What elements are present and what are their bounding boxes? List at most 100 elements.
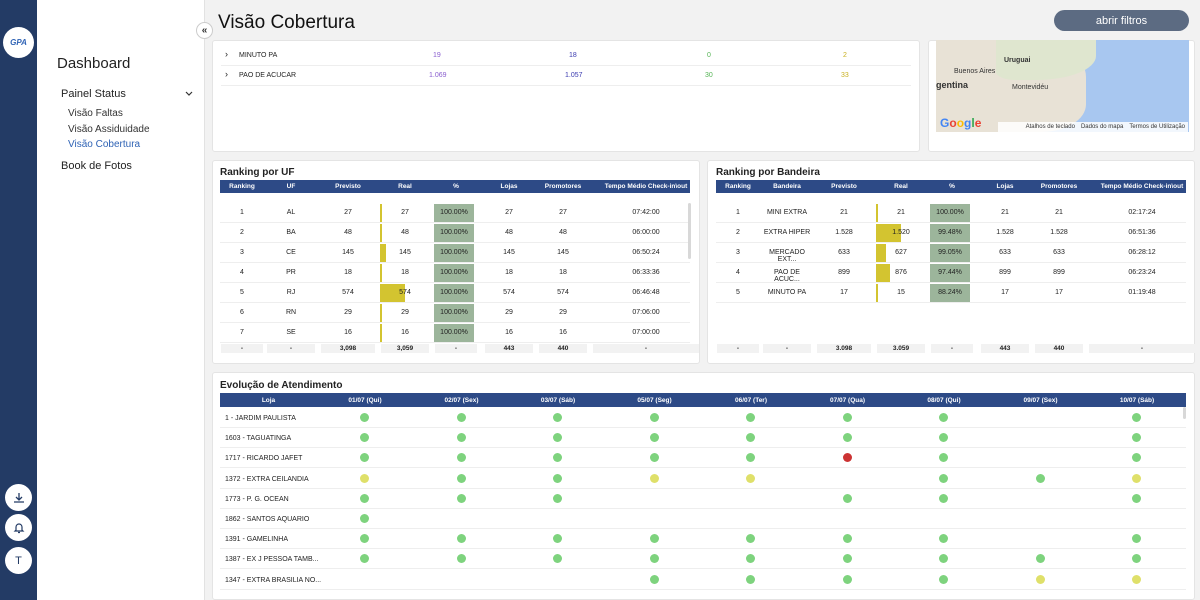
column-header[interactable]: Real [380, 183, 430, 190]
user-avatar[interactable]: T [5, 547, 32, 574]
column-header[interactable]: Tempo Médio Check-in\out [592, 183, 700, 190]
cell: 18 [569, 52, 577, 59]
cell: 1 [736, 209, 740, 216]
cell: BA [286, 229, 296, 236]
column-header[interactable]: Lojas [980, 183, 1030, 190]
store-name: 1347 - EXTRA BRASILIA NO... [225, 576, 322, 584]
column-header[interactable]: Lojas [484, 183, 534, 190]
status-dot [456, 413, 466, 422]
table-row[interactable]: 7 SE 16 16 100.00% 16 16 07:00:00 [220, 323, 690, 343]
map-terms-link[interactable]: Termos de Utilização [1129, 124, 1185, 130]
cell: 0 [707, 52, 711, 59]
sidebar-item-painel-status[interactable]: Painel Status [61, 88, 193, 100]
column-header[interactable]: Ranking [716, 183, 760, 190]
cell: 06:23:24 [1128, 269, 1156, 276]
column-header[interactable]: 01/07 (Qui) [317, 397, 413, 404]
table-row[interactable]: 1862 - SANTOS AQUARIO [220, 509, 1186, 529]
column-header[interactable]: 06/07 (Ter) [703, 397, 799, 404]
evolucao-scrollbar[interactable] [1183, 407, 1186, 419]
column-header[interactable]: 02/07 (Sex) [414, 397, 510, 404]
column-header[interactable]: % [434, 183, 478, 190]
cell: 1.528 [1050, 229, 1068, 236]
table-row[interactable]: 4 PR 18 18 100.00% 18 18 06:33:36 [220, 263, 690, 283]
cell: 06:50:24 [632, 249, 660, 256]
column-header[interactable]: 05/07 (Seg) [607, 397, 703, 404]
status-dot [746, 534, 755, 544]
column-header[interactable]: Previsto [816, 183, 872, 190]
table-row[interactable]: 4 PAO DE ACUC... 899 876 97.44% 899 899 06:23:2… [716, 263, 1186, 283]
column-header[interactable]: Promotores [1034, 183, 1084, 190]
cell: 1.528 [835, 229, 853, 236]
status-dot [360, 433, 369, 443]
map-label: gentina [936, 80, 969, 90]
bell-icon[interactable] [5, 514, 32, 541]
map-shortcuts-link[interactable]: Atalhos de teclado [1026, 124, 1075, 130]
chevron-right-icon[interactable]: › [225, 49, 228, 59]
status-dot [842, 574, 852, 584]
sidebar-title[interactable]: Dashboard [57, 55, 130, 72]
table-row[interactable]: 1347 - EXTRA BRASILIA NO... [220, 570, 1186, 590]
cell: 574 [399, 289, 411, 296]
sidebar-item-label: Painel Status [61, 88, 126, 100]
open-filters-button[interactable]: abrir filtros [1054, 10, 1189, 31]
cell: 2 [736, 229, 740, 236]
table-row[interactable]: › MINUTO PA 19 18 0 2 [221, 46, 911, 66]
status-dot [1132, 433, 1141, 443]
table-row[interactable]: 5 RJ 574 574 100.00% 574 574 06:46:48 [220, 283, 690, 303]
column-header[interactable]: Loja [220, 397, 317, 404]
sidebar-item-visao-faltas[interactable]: Visão Faltas [68, 108, 123, 119]
sidebar-item-visao-cobertura[interactable]: Visão Cobertura [68, 139, 140, 150]
map-label: Montevidéu [1012, 84, 1049, 91]
column-header[interactable]: 07/07 (Qua) [800, 397, 896, 404]
column-header[interactable]: Tempo Médio Check-in\out [1088, 183, 1196, 190]
table-row[interactable]: 1603 - TAGUATINGA [220, 428, 1186, 449]
sidebar-item-book-de-fotos[interactable]: Book de Fotos [61, 160, 132, 172]
table-row[interactable]: › PAO DE ACUCAR 1.069 1.057 30 33 [221, 66, 911, 86]
column-header[interactable]: Ranking [220, 183, 264, 190]
table-row[interactable]: 3 MERCADO EXT... 633 627 99.05% 633 633 06:28:1… [716, 243, 1186, 263]
table-row[interactable]: 1 AL 27 27 100.00% 27 27 07:42:00 [220, 203, 690, 223]
column-header[interactable]: 08/07 (Qui) [896, 397, 992, 404]
column-header[interactable]: % [930, 183, 974, 190]
table-row[interactable]: 1773 - P. G. OCEAN [220, 489, 1186, 509]
table-row[interactable]: 1 MINI EXTRA 21 21 100.00% 21 21 02:17:24 [716, 203, 1186, 223]
status-dot [360, 453, 369, 463]
ranking-uf-title: Ranking por UF [220, 167, 295, 178]
status-dot [553, 554, 562, 564]
table-row[interactable]: 2 BA 48 48 100.00% 48 48 06:00:00 [220, 223, 690, 243]
percent-cell: 99.05% [930, 244, 970, 262]
table-row[interactable]: 1387 - EX J PESSOA TAMB... [220, 549, 1186, 570]
column-header[interactable]: Real [876, 183, 926, 190]
table-row[interactable]: 1391 - GAMELINHA [220, 529, 1186, 550]
table-row[interactable]: 6 RN 29 29 100.00% 29 29 07:06:00 [220, 303, 690, 323]
cell: 6 [240, 309, 244, 316]
column-header[interactable]: UF [266, 183, 316, 190]
column-header[interactable]: Promotores [538, 183, 588, 190]
table-row[interactable]: 1 - JARDIM PAULISTA [220, 408, 1186, 428]
status-dot [746, 413, 755, 422]
collapse-sidebar-button[interactable]: « [196, 22, 213, 39]
table-row[interactable]: 1717 - RICARDO JAFET [220, 448, 1186, 469]
cell: 33 [841, 72, 849, 79]
gpa-logo[interactable]: GPA [3, 27, 34, 58]
table-row[interactable]: 1372 - EXTRA CEILANDIA [220, 469, 1186, 489]
column-header[interactable]: Bandeira [762, 183, 812, 190]
cell: 633 [999, 249, 1011, 256]
table-scrollbar[interactable] [688, 203, 691, 259]
footer-cell: 3.098 [817, 344, 871, 353]
column-header[interactable]: Previsto [320, 183, 376, 190]
footer-cell: 443 [981, 344, 1029, 353]
cell: 574 [557, 289, 569, 296]
download-icon[interactable] [5, 484, 32, 511]
table-row[interactable]: 5 MINUTO PA 17 15 88.24% 17 17 01:19:48 [716, 283, 1186, 303]
column-header[interactable]: 03/07 (Sáb) [510, 397, 606, 404]
table-row[interactable]: 3 CE 145 145 100.00% 145 145 06:50:24 [220, 243, 690, 263]
sidebar-item-visao-assiduidade[interactable]: Visão Assiduidade [68, 124, 150, 135]
table-row[interactable]: 2 EXTRA HIPER 1.528 1.520 99.48% 1.528 1.528 06… [716, 223, 1186, 243]
cell: 1.069 [429, 72, 447, 79]
column-header[interactable]: 09/07 (Sex) [993, 397, 1089, 404]
column-header[interactable]: 10/07 (Sáb) [1089, 397, 1185, 404]
cell: 27 [344, 209, 352, 216]
chevron-right-icon[interactable]: › [225, 69, 228, 79]
map-data-link[interactable]: Dados do mapa [1081, 124, 1123, 130]
